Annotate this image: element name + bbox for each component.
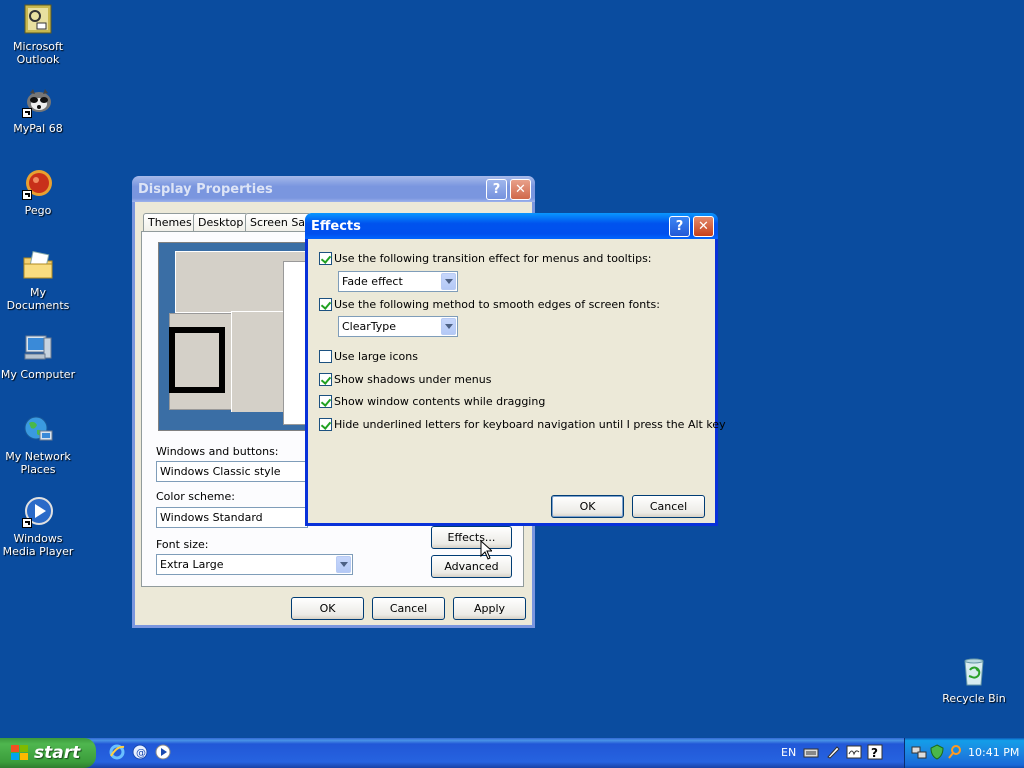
clock[interactable]: 10:41 PM — [968, 746, 1019, 759]
media-player-icon[interactable] — [155, 744, 171, 760]
start-label: start — [34, 743, 81, 763]
hide-underline-checkbox[interactable] — [319, 418, 332, 431]
desktop-icon-my-computer[interactable]: My Computer — [0, 332, 76, 381]
window-drag-label[interactable]: Show window contents while dragging — [334, 395, 545, 408]
hide-underline-label[interactable]: Hide underlined letters for keyboard nav… — [334, 418, 726, 431]
network-connection-icon[interactable] — [911, 744, 927, 760]
font-size-value: Extra Large — [160, 558, 224, 571]
handwriting-icon[interactable] — [846, 744, 862, 760]
shortcut-arrow-icon — [22, 108, 32, 118]
large-icons-label[interactable]: Use large icons — [334, 350, 418, 363]
outlook-icon — [22, 4, 54, 36]
desktop-icon-mypal[interactable]: MyPal 68 — [0, 86, 76, 135]
smooth-fonts-value: ClearType — [342, 320, 397, 333]
smooth-fonts-checkbox[interactable] — [319, 298, 332, 311]
mouse-cursor-icon — [480, 540, 492, 560]
pego-icon — [22, 168, 54, 200]
font-size-dropdown[interactable]: Extra Large — [156, 554, 353, 575]
display-properties-titlebar[interactable]: Display Properties ? ✕ — [132, 176, 535, 202]
appearance-preview — [158, 242, 328, 431]
search-icon[interactable] — [947, 744, 963, 760]
windows-and-buttons-label: Windows and buttons: — [156, 445, 279, 458]
folder-documents-icon — [22, 250, 54, 282]
chevron-down-icon[interactable] — [336, 556, 351, 573]
menu-shadows-label[interactable]: Show shadows under menus — [334, 373, 491, 386]
help-icon[interactable]: ? — [867, 744, 883, 760]
help-button[interactable]: ? — [669, 216, 690, 237]
tab-themes[interactable]: Themes — [143, 213, 197, 232]
shortcut-arrow-icon — [22, 190, 32, 200]
apply-button[interactable]: Apply — [453, 597, 526, 620]
effects-button[interactable]: Effects... — [431, 526, 512, 549]
close-button[interactable]: ✕ — [510, 179, 531, 200]
desktop-icon-label: My Documents — [6, 286, 70, 312]
cancel-button[interactable]: Cancel — [372, 597, 445, 620]
pen-icon[interactable] — [825, 744, 841, 760]
desktop-icon-label: Pego — [24, 204, 52, 217]
desktop-icon-windows-media-player[interactable]: Windows Media Player — [0, 496, 76, 558]
font-size-label: Font size: — [156, 538, 209, 551]
chevron-down-icon[interactable] — [441, 273, 456, 290]
tab-desktop[interactable]: Desktop — [193, 213, 249, 232]
color-scheme-dropdown[interactable]: Windows Standard — [156, 507, 308, 528]
internet-explorer-icon[interactable] — [109, 744, 125, 760]
media-player-icon — [22, 496, 54, 528]
chevron-down-icon[interactable] — [441, 318, 456, 335]
svg-text:?: ? — [871, 746, 878, 760]
transition-effect-value: Fade effect — [342, 275, 403, 288]
transition-effect-dropdown[interactable]: Fade effect — [338, 271, 458, 292]
mypal-raccoon-icon — [22, 86, 54, 118]
windows-and-buttons-dropdown[interactable]: Windows Classic style — [156, 461, 308, 482]
desktop-icon-label: Windows Media Player — [2, 532, 74, 558]
color-scheme-label: Color scheme: — [156, 490, 235, 503]
desktop-icon-label: MyPal 68 — [13, 122, 63, 135]
security-shield-icon[interactable] — [929, 744, 945, 760]
desktop-icon-outlook[interactable]: Microsoft Outlook — [0, 4, 76, 66]
smooth-fonts-dropdown[interactable]: ClearType — [338, 316, 458, 337]
effects-titlebar[interactable]: Effects ? ✕ — [305, 213, 718, 239]
desktop-icon-label: Recycle Bin — [942, 692, 1006, 705]
large-icons-checkbox[interactable] — [319, 350, 332, 363]
taskbar: start @ EN ? 10:41 PM — [0, 738, 1024, 768]
start-button[interactable]: start — [0, 738, 96, 768]
tab-screen-saver[interactable]: Screen Sav — [245, 213, 311, 232]
desktop-icon-label: My Network Places — [5, 450, 71, 476]
desktop-icon-recycle-bin[interactable]: Recycle Bin — [936, 656, 1012, 705]
transition-effect-label[interactable]: Use the following transition effect for … — [334, 252, 652, 265]
smooth-fonts-label[interactable]: Use the following method to smooth edges… — [334, 298, 660, 311]
advanced-button[interactable]: Advanced — [431, 555, 512, 578]
desktop-icon-my-documents[interactable]: My Documents — [0, 250, 76, 312]
windows-flag-icon — [11, 745, 29, 761]
window-drag-checkbox[interactable] — [319, 395, 332, 408]
keyboard-icon[interactable] — [803, 744, 819, 760]
desktop-icon-label: My Computer — [0, 368, 76, 381]
computer-icon — [22, 332, 54, 364]
effects-cancel-button[interactable]: Cancel — [632, 495, 705, 518]
desktop-icon-label: Microsoft Outlook — [12, 40, 64, 66]
shortcut-arrow-icon — [22, 518, 32, 528]
window-title: Display Properties — [138, 181, 273, 197]
close-button[interactable]: ✕ — [693, 216, 714, 237]
transition-effect-checkbox[interactable] — [319, 252, 332, 265]
effects-ok-button[interactable]: OK — [551, 495, 624, 518]
language-indicator[interactable]: EN — [781, 746, 796, 759]
menu-shadows-checkbox[interactable] — [319, 373, 332, 386]
help-button[interactable]: ? — [486, 179, 507, 200]
svg-text:@: @ — [136, 748, 146, 759]
windows-and-buttons-value: Windows Classic style — [160, 465, 281, 478]
dialog-title: Effects — [311, 218, 361, 234]
color-scheme-value: Windows Standard — [160, 511, 263, 524]
mail-icon[interactable]: @ — [132, 744, 148, 760]
ok-button[interactable]: OK — [291, 597, 364, 620]
network-globe-icon — [22, 414, 54, 446]
desktop-icon-my-network-places[interactable]: My Network Places — [0, 414, 76, 476]
recycle-bin-icon — [958, 656, 990, 688]
system-tray: 10:41 PM — [904, 738, 1024, 768]
desktop-icon-pego[interactable]: Pego — [0, 168, 76, 217]
